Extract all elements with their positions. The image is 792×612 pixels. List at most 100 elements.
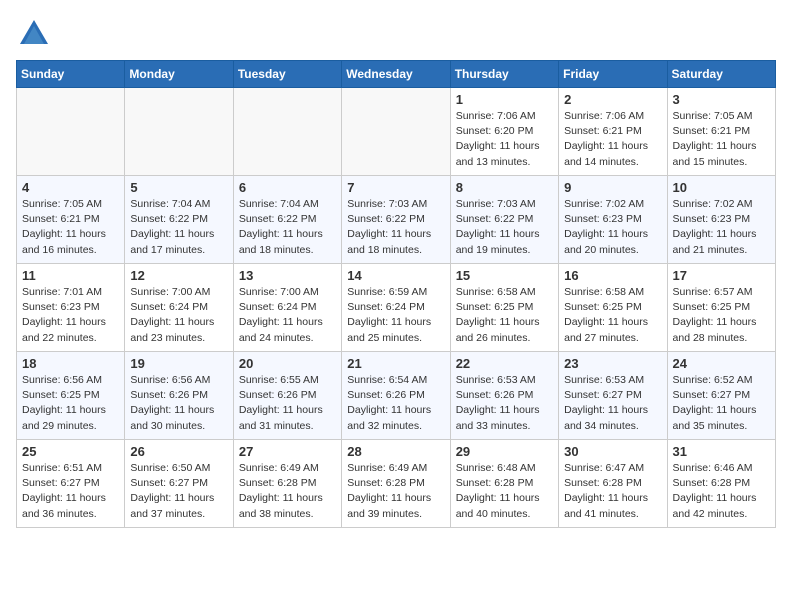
logo-icon — [16, 16, 52, 52]
calendar-cell — [233, 88, 341, 176]
day-number: 12 — [130, 268, 227, 283]
calendar-header: SundayMondayTuesdayWednesdayThursdayFrid… — [17, 61, 776, 88]
calendar-cell: 15 Sunrise: 6:58 AM Sunset: 6:25 PM Dayli… — [450, 264, 558, 352]
calendar-cell: 8Sunrise: 7:03 AM Sunset: 6:22 PM Daylig… — [450, 176, 558, 264]
logo — [16, 16, 56, 52]
day-info: Sunrise: 6:46 AM Sunset: 6:28 PM Dayligh… — [673, 461, 770, 522]
calendar-cell: 14 Sunrise: 6:59 AM Sunset: 6:24 PM Dayli… — [342, 264, 450, 352]
day-number: 25 — [22, 444, 119, 459]
day-of-week-header: Friday — [559, 61, 667, 88]
day-number: 2 — [564, 92, 661, 107]
day-info: Sunrise: 7:06 AM Sunset: 6:21 PM Dayligh… — [564, 109, 661, 170]
day-info: Sunrise: 6:49 AM Sunset: 6:28 PM Dayligh… — [347, 461, 444, 522]
calendar-table: SundayMondayTuesdayWednesdayThursdayFrid… — [16, 60, 776, 528]
calendar-cell: 1 Sunrise: 7:06 AM Sunset: 6:20 PM Daylig… — [450, 88, 558, 176]
day-info: Sunrise: 6:58 AM Sunset: 6:25 PM Dayligh… — [456, 285, 553, 346]
calendar-cell: 21 Sunrise: 6:54 AM Sunset: 6:26 PM Dayli… — [342, 352, 450, 440]
day-of-week-header: Monday — [125, 61, 233, 88]
calendar-cell: 29 Sunrise: 6:48 AM Sunset: 6:28 PM Dayli… — [450, 440, 558, 528]
day-number: 23 — [564, 356, 661, 371]
day-info: Sunrise: 6:55 AM Sunset: 6:26 PM Dayligh… — [239, 373, 336, 434]
day-number: 4 — [22, 180, 119, 195]
day-number: 22 — [456, 356, 553, 371]
day-number: 27 — [239, 444, 336, 459]
day-number: 30 — [564, 444, 661, 459]
calendar-cell — [17, 88, 125, 176]
calendar-cell: 4 Sunrise: 7:05 AM Sunset: 6:21 PM Daylig… — [17, 176, 125, 264]
calendar-cell: 5 Sunrise: 7:04 AM Sunset: 6:22 PM Daylig… — [125, 176, 233, 264]
day-info: Sunrise: 7:02 AM Sunset: 6:23 PM Dayligh… — [673, 197, 770, 258]
day-number: 1 — [456, 92, 553, 107]
day-number: 28 — [347, 444, 444, 459]
day-number: 21 — [347, 356, 444, 371]
day-of-week-header: Tuesday — [233, 61, 341, 88]
day-of-week-header: Saturday — [667, 61, 775, 88]
day-number: 5 — [130, 180, 227, 195]
day-info: Sunrise: 7:01 AM Sunset: 6:23 PM Dayligh… — [22, 285, 119, 346]
day-number: 17 — [673, 268, 770, 283]
day-number: 16 — [564, 268, 661, 283]
day-info: Sunrise: 6:53 AM Sunset: 6:26 PM Dayligh… — [456, 373, 553, 434]
calendar-cell: 18Sunrise: 6:56 AM Sunset: 6:25 PM Dayli… — [17, 352, 125, 440]
days-of-week-row: SundayMondayTuesdayWednesdayThursdayFrid… — [17, 61, 776, 88]
calendar-cell: 17 Sunrise: 6:57 AM Sunset: 6:25 PM Dayli… — [667, 264, 775, 352]
calendar-cell — [342, 88, 450, 176]
day-info: Sunrise: 7:06 AM Sunset: 6:20 PM Dayligh… — [456, 109, 553, 170]
day-of-week-header: Wednesday — [342, 61, 450, 88]
day-number: 15 — [456, 268, 553, 283]
calendar-cell: 28 Sunrise: 6:49 AM Sunset: 6:28 PM Dayli… — [342, 440, 450, 528]
calendar-cell: 10 Sunrise: 7:02 AM Sunset: 6:23 PM Dayli… — [667, 176, 775, 264]
day-of-week-header: Sunday — [17, 61, 125, 88]
calendar-cell: 7Sunrise: 7:03 AM Sunset: 6:22 PM Daylig… — [342, 176, 450, 264]
calendar-cell: 26Sunrise: 6:50 AM Sunset: 6:27 PM Dayli… — [125, 440, 233, 528]
calendar-cell: 3Sunrise: 7:05 AM Sunset: 6:21 PM Daylig… — [667, 88, 775, 176]
day-number: 31 — [673, 444, 770, 459]
day-info: Sunrise: 7:05 AM Sunset: 6:21 PM Dayligh… — [22, 197, 119, 258]
day-info: Sunrise: 7:04 AM Sunset: 6:22 PM Dayligh… — [130, 197, 227, 258]
calendar-body: 1 Sunrise: 7:06 AM Sunset: 6:20 PM Daylig… — [17, 88, 776, 528]
day-number: 19 — [130, 356, 227, 371]
calendar-cell: 30 Sunrise: 6:47 AM Sunset: 6:28 PM Dayli… — [559, 440, 667, 528]
day-info: Sunrise: 6:47 AM Sunset: 6:28 PM Dayligh… — [564, 461, 661, 522]
day-info: Sunrise: 6:48 AM Sunset: 6:28 PM Dayligh… — [456, 461, 553, 522]
calendar-cell: 31 Sunrise: 6:46 AM Sunset: 6:28 PM Dayli… — [667, 440, 775, 528]
day-number: 9 — [564, 180, 661, 195]
calendar-week-row: 25 Sunrise: 6:51 AM Sunset: 6:27 PM Dayli… — [17, 440, 776, 528]
day-number: 14 — [347, 268, 444, 283]
day-number: 11 — [22, 268, 119, 283]
calendar-cell: 13Sunrise: 7:00 AM Sunset: 6:24 PM Dayli… — [233, 264, 341, 352]
day-info: Sunrise: 6:53 AM Sunset: 6:27 PM Dayligh… — [564, 373, 661, 434]
calendar-cell: 2 Sunrise: 7:06 AM Sunset: 6:21 PM Daylig… — [559, 88, 667, 176]
calendar-cell: 12 Sunrise: 7:00 AM Sunset: 6:24 PM Dayli… — [125, 264, 233, 352]
day-number: 3 — [673, 92, 770, 107]
calendar-cell: 9Sunrise: 7:02 AM Sunset: 6:23 PM Daylig… — [559, 176, 667, 264]
day-info: Sunrise: 6:59 AM Sunset: 6:24 PM Dayligh… — [347, 285, 444, 346]
day-info: Sunrise: 6:51 AM Sunset: 6:27 PM Dayligh… — [22, 461, 119, 522]
day-number: 7 — [347, 180, 444, 195]
calendar-cell: 25 Sunrise: 6:51 AM Sunset: 6:27 PM Dayli… — [17, 440, 125, 528]
calendar-week-row: 18Sunrise: 6:56 AM Sunset: 6:25 PM Dayli… — [17, 352, 776, 440]
day-number: 24 — [673, 356, 770, 371]
day-info: Sunrise: 6:57 AM Sunset: 6:25 PM Dayligh… — [673, 285, 770, 346]
calendar-week-row: 1 Sunrise: 7:06 AM Sunset: 6:20 PM Daylig… — [17, 88, 776, 176]
day-info: Sunrise: 6:50 AM Sunset: 6:27 PM Dayligh… — [130, 461, 227, 522]
calendar-cell — [125, 88, 233, 176]
calendar-cell: 6Sunrise: 7:04 AM Sunset: 6:22 PM Daylig… — [233, 176, 341, 264]
calendar-cell: 27 Sunrise: 6:49 AM Sunset: 6:28 PM Dayli… — [233, 440, 341, 528]
calendar-cell: 11 Sunrise: 7:01 AM Sunset: 6:23 PM Dayli… — [17, 264, 125, 352]
day-info: Sunrise: 6:56 AM Sunset: 6:25 PM Dayligh… — [22, 373, 119, 434]
day-number: 13 — [239, 268, 336, 283]
day-info: Sunrise: 6:54 AM Sunset: 6:26 PM Dayligh… — [347, 373, 444, 434]
calendar-cell: 19Sunrise: 6:56 AM Sunset: 6:26 PM Dayli… — [125, 352, 233, 440]
day-info: Sunrise: 7:03 AM Sunset: 6:22 PM Dayligh… — [456, 197, 553, 258]
calendar-week-row: 4 Sunrise: 7:05 AM Sunset: 6:21 PM Daylig… — [17, 176, 776, 264]
calendar-cell: 20Sunrise: 6:55 AM Sunset: 6:26 PM Dayli… — [233, 352, 341, 440]
day-info: Sunrise: 6:52 AM Sunset: 6:27 PM Dayligh… — [673, 373, 770, 434]
calendar-cell: 23 Sunrise: 6:53 AM Sunset: 6:27 PM Dayli… — [559, 352, 667, 440]
day-number: 29 — [456, 444, 553, 459]
day-info: Sunrise: 6:49 AM Sunset: 6:28 PM Dayligh… — [239, 461, 336, 522]
day-of-week-header: Thursday — [450, 61, 558, 88]
day-number: 10 — [673, 180, 770, 195]
calendar-cell: 16Sunrise: 6:58 AM Sunset: 6:25 PM Dayli… — [559, 264, 667, 352]
day-info: Sunrise: 7:00 AM Sunset: 6:24 PM Dayligh… — [130, 285, 227, 346]
